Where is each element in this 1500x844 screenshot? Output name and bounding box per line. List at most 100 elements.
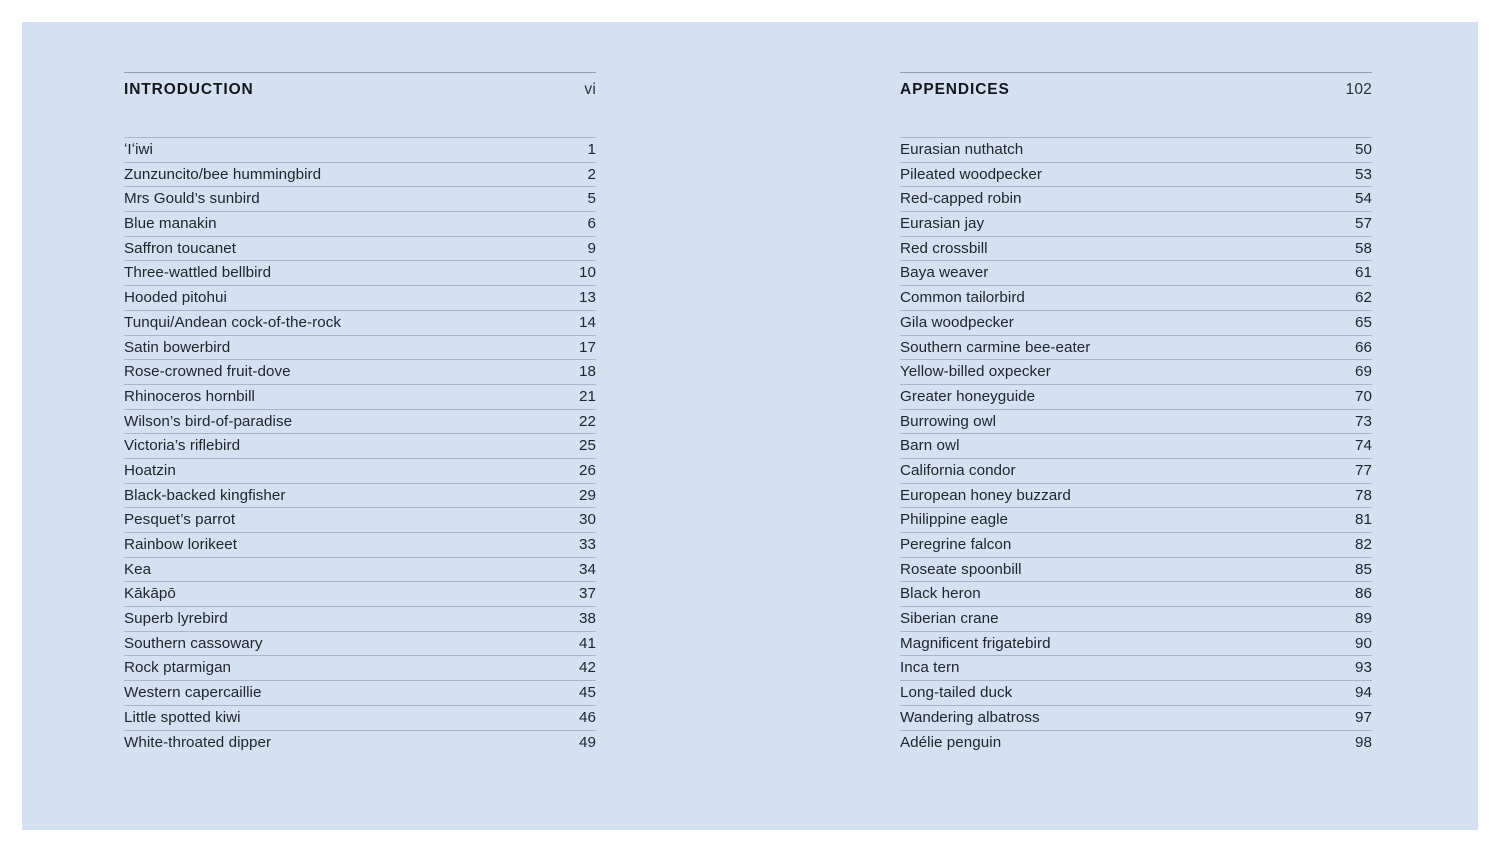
toc-entry[interactable]: Pileated woodpecker 53 [900,161,1372,187]
toc-entry[interactable]: Southern cassowary 41 [124,630,596,656]
toc-entry[interactable]: Red crossbill 58 [900,235,1372,261]
toc-entry[interactable]: Hooded pitohui 13 [124,285,596,310]
toc-entry-page-number: 2 [587,165,596,183]
toc-entry[interactable]: Inca tern 93 [900,655,1372,680]
toc-entry-title: Red crossbill [900,239,988,257]
toc-entry[interactable]: Red-capped robin 54 [900,186,1372,211]
toc-entry[interactable]: Roseate spoonbill 85 [900,556,1372,582]
toc-entry-page-number: 1 [587,141,596,158]
toc-entry-page-number: 94 [1355,684,1372,702]
toc-entry-page-number: 37 [579,585,596,603]
toc-entry-title: Blue manakin [124,215,217,233]
toc-entry-page-number: 53 [1355,165,1372,183]
section-header-introduction: INTRODUCTION vi [124,72,596,99]
toc-entry-page-number: 34 [579,560,596,578]
toc-entry[interactable]: Eurasian nuthatch 50 [900,137,1372,162]
toc-entry[interactable]: Barn owl 74 [900,433,1372,458]
toc-entry[interactable]: Superb lyrebird 38 [124,606,596,631]
toc-entry[interactable]: Wandering albatross 97 [900,704,1372,730]
toc-entry[interactable]: Common tailorbird 62 [900,285,1372,310]
toc-entry-title: Black-backed kingfisher [124,486,286,504]
toc-entry[interactable]: Rock ptarmigan 42 [124,655,596,680]
toc-entry-title: Rock ptarmigan [124,659,232,677]
toc-entry-title: Greater honeyguide [900,387,1036,405]
toc-entry-title: Kākāpō [124,585,176,603]
toc-entry-title: Pesquet’s parrot [124,511,236,529]
toc-entry-title: Saffron toucanet [124,239,236,257]
toc-entry[interactable]: Gila woodpecker 65 [900,309,1372,335]
toc-entry-title: Siberian crane [900,610,999,628]
toc-entry[interactable]: Magnificent frigatebird 90 [900,630,1372,656]
toc-entry-title: Hooded pitohui [124,289,227,307]
toc-entry-page-number: 62 [1355,289,1372,307]
toc-entry[interactable]: Kākāpō 37 [124,581,596,606]
toc-entry[interactable]: Satin bowerbird 17 [124,334,596,360]
toc-entry[interactable]: Siberian crane 89 [900,606,1372,631]
toc-entry[interactable]: Rose-crowned fruit-dove 18 [124,359,596,384]
toc-entry-page-number: 74 [1355,437,1372,455]
toc-entry[interactable]: Blue manakin 6 [124,211,596,236]
toc-entry-page-number: 17 [579,338,596,356]
toc-entry[interactable]: Philippine eagle 81 [900,507,1372,532]
table-of-contents: INTRODUCTION vi ʻIʻiwi 1 Zunzuncito/bee hu… [124,72,1372,754]
toc-entry[interactable]: Greater honeyguide 70 [900,383,1372,409]
toc-entry-page-number: 46 [579,708,596,726]
toc-entry-title: Adélie penguin [900,733,1002,751]
toc-entry[interactable]: Black-backed kingfisher 29 [124,482,596,508]
toc-entry-page-number: 77 [1355,461,1372,479]
toc-entry-title: Hoatzin [124,461,176,479]
toc-entry-title: Pileated woodpecker [900,165,1042,183]
toc-entry[interactable]: Wilson’s bird-of-paradise 22 [124,408,596,434]
toc-entry[interactable]: Zunzuncito/bee hummingbird 2 [124,161,596,187]
toc-column-introduction: INTRODUCTION vi ʻIʻiwi 1 Zunzuncito/bee hu… [124,72,596,754]
toc-entry[interactable]: Saffron toucanet 9 [124,235,596,261]
toc-entry[interactable]: Victoria’s riflebird 25 [124,433,596,458]
toc-entry[interactable]: Adélie penguin 98 [900,729,1372,755]
toc-entry-page-number: 10 [579,264,596,282]
toc-entry-page-number: 85 [1355,560,1372,578]
toc-entry-title: Long-tailed duck [900,684,1013,702]
toc-entry-page-number: 9 [587,239,596,257]
toc-entry[interactable]: Western capercaillie 45 [124,680,596,705]
toc-entry[interactable]: ʻIʻiwi 1 [124,137,596,162]
toc-entry-page-number: 78 [1355,486,1372,504]
toc-entry-title: Tunqui/Andean cock-of-the-rock [124,313,342,331]
toc-entry-page-number: 57 [1355,215,1372,233]
toc-entry-page-number: 58 [1355,239,1372,257]
toc-entry-page-number: 69 [1355,363,1372,381]
toc-entry-page-number: 97 [1355,708,1372,726]
toc-entry-page-number: 13 [579,289,596,307]
entry-list-introduction: ʻIʻiwi 1 Zunzuncito/bee hummingbird 2 Mrs Go… [124,137,596,754]
toc-entry-title: Peregrine falcon [900,536,1012,553]
toc-column-appendices: APPENDICES 102 Eurasian nuthatch 50 Pileat… [900,72,1372,754]
toc-entry[interactable]: Mrs Gould’s sunbird 5 [124,186,596,211]
toc-entry-title: Gila woodpecker [900,313,1014,331]
toc-entry[interactable]: Black heron 86 [900,581,1372,606]
toc-entry[interactable]: California condor 77 [900,457,1372,483]
toc-entry-page-number: 45 [579,684,596,702]
toc-entry-title: Inca tern [900,659,960,677]
toc-entry[interactable]: White-throated dipper 49 [124,729,596,755]
toc-entry[interactable]: Rhinoceros hornbill 21 [124,383,596,409]
toc-entry[interactable]: Three-wattled bellbird 10 [124,260,596,285]
toc-entry-title: Southern carmine bee-eater [900,338,1091,356]
toc-entry-page-number: 98 [1355,733,1372,751]
toc-entry[interactable]: Long-tailed duck 94 [900,680,1372,705]
toc-entry[interactable]: Pesquet’s parrot 30 [124,507,596,532]
toc-entry[interactable]: Peregrine falcon 82 [900,532,1372,557]
toc-entry[interactable]: Baya weaver 61 [900,260,1372,285]
toc-entry-title: Rhinoceros hornbill [124,387,255,405]
toc-entry[interactable]: Kea 34 [124,556,596,582]
toc-entry[interactable]: Rainbow lorikeet 33 [124,532,596,557]
toc-entry[interactable]: Yellow-billed oxpecker 69 [900,359,1372,384]
toc-entry-page-number: 22 [579,412,596,430]
toc-entry[interactable]: Hoatzin 26 [124,457,596,483]
toc-entry[interactable]: European honey buzzard 78 [900,482,1372,508]
toc-entry[interactable]: Tunqui/Andean cock-of-the-rock 14 [124,309,596,335]
toc-entry[interactable]: Southern carmine bee-eater 66 [900,334,1372,360]
toc-entry[interactable]: Burrowing owl 73 [900,408,1372,434]
toc-entry[interactable]: Eurasian jay 57 [900,211,1372,236]
toc-entry[interactable]: Little spotted kiwi 46 [124,704,596,730]
toc-entry-page-number: 30 [579,511,596,529]
toc-entry-title: ʻIʻiwi [124,141,153,158]
